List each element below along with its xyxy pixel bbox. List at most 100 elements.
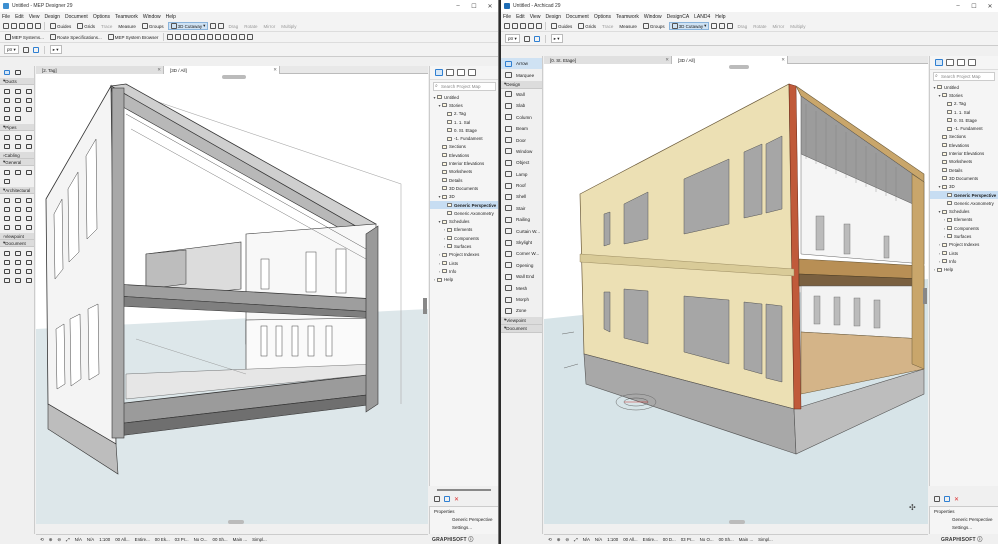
- toolbox-section-architectural[interactable]: ▾ Architectural: [0, 187, 34, 194]
- layer-combination-selector[interactable]: 00 All...: [115, 537, 129, 542]
- toolbox-section-general[interactable]: ▾ General: [0, 159, 34, 166]
- publisher-sets-icon[interactable]: [468, 69, 476, 76]
- tab-2-tag[interactable]: [2. Tag] ✕: [36, 66, 164, 74]
- visual-style-icon[interactable]: [727, 23, 734, 29]
- railing-tool[interactable]: [2, 223, 11, 231]
- terminal-tool[interactable]: [13, 168, 22, 176]
- tree-item-details[interactable]: Details: [930, 166, 998, 174]
- tree-item-help[interactable]: › Help: [930, 266, 998, 274]
- layout-book-icon[interactable]: [957, 59, 965, 66]
- tree-item-1-fundament[interactable]: -1. Fundament: [430, 134, 498, 142]
- display-selector[interactable]: Simpl...: [252, 537, 267, 542]
- tree-item-stories[interactable]: ▾ Stories: [930, 91, 998, 99]
- tree-item-3d[interactable]: ▾ 3D: [930, 183, 998, 191]
- vertical-scrollbar[interactable]: [923, 288, 927, 304]
- horizontal-scrollbar[interactable]: [729, 520, 745, 524]
- grids-button[interactable]: Grids: [75, 22, 97, 30]
- toolbox-section-cabling[interactable]: › Cabling: [0, 152, 34, 159]
- zoom-in-icon[interactable]: ⊕: [49, 537, 53, 543]
- new-file-icon[interactable]: [504, 23, 510, 29]
- publisher-sets-icon[interactable]: [968, 59, 976, 66]
- rotate-button[interactable]: Rotate: [751, 22, 768, 30]
- fixture-tool[interactable]: [24, 168, 33, 176]
- view-icon[interactable]: [711, 23, 718, 29]
- mirror-button[interactable]: Mirror: [261, 22, 277, 30]
- mep-systems-button[interactable]: MEP Systems...: [3, 33, 46, 41]
- tree-item-interior-elevations[interactable]: Interior Elevations: [930, 149, 998, 157]
- route-specifications-button[interactable]: Route Specifications...: [48, 33, 104, 41]
- menu-view[interactable]: View: [530, 14, 541, 20]
- dimension-selector[interactable]: 00 Sh...: [719, 537, 734, 542]
- project-map-icon[interactable]: [935, 59, 943, 66]
- duct-inline-tool[interactable]: [24, 96, 33, 104]
- zoom-indicator[interactable]: [729, 65, 749, 69]
- beam-tool[interactable]: Beam: [501, 123, 542, 134]
- graphic-override-selector[interactable]: 03 Pr...: [175, 537, 189, 542]
- shell-tool[interactable]: Shell: [501, 191, 542, 202]
- menu-design[interactable]: Design: [545, 14, 561, 20]
- undo-view-icon[interactable]: ⟲: [548, 537, 552, 543]
- 3d-viewport[interactable]: ✣: [544, 64, 928, 524]
- toolbox-section-ducts[interactable]: ▾ Ducts: [0, 78, 34, 85]
- undo-icon[interactable]: [528, 23, 534, 29]
- trace-button[interactable]: Trace: [600, 22, 615, 30]
- object-tool[interactable]: Object: [501, 157, 542, 168]
- label-tool[interactable]: [2, 258, 11, 266]
- multiply-button[interactable]: Multiply: [788, 22, 807, 30]
- redo-icon[interactable]: [536, 23, 542, 29]
- tree-item-surfaces[interactable]: › Surfaces: [430, 242, 498, 250]
- display-selector[interactable]: Simpl...: [758, 537, 773, 542]
- duct-tool-icon[interactable]: [167, 34, 174, 40]
- structure-selector[interactable]: Main ...: [233, 537, 247, 542]
- tree-item-worksheets[interactable]: Worksheets: [930, 158, 998, 166]
- drag-button[interactable]: Drag: [226, 22, 240, 30]
- tree-item-2-tag[interactable]: 2. Tag: [930, 100, 998, 108]
- tree-item-lists[interactable]: › Lists: [430, 259, 498, 267]
- tree-item-untitled[interactable]: ▾ Untitled: [930, 83, 998, 91]
- duct-tee-tool[interactable]: [13, 114, 22, 122]
- roof-tool[interactable]: Roof: [501, 180, 542, 191]
- corner-w-tool[interactable]: Corner W...: [501, 248, 542, 259]
- duct-transition-tool[interactable]: [2, 105, 11, 113]
- zoom-out-icon[interactable]: ⊖: [565, 537, 569, 543]
- fit-icon[interactable]: ⤢: [66, 537, 70, 542]
- tree-item-0-st-etage[interactable]: 0. St. Etage: [430, 126, 498, 134]
- menu-file[interactable]: File: [2, 14, 10, 20]
- tree-item-components[interactable]: › Components: [930, 224, 998, 232]
- menu-document[interactable]: Document: [566, 14, 589, 20]
- tree-item-untitled[interactable]: ▾ Untitled: [430, 93, 498, 101]
- menu-file[interactable]: File: [503, 14, 511, 20]
- arrow-tool[interactable]: Arrow: [501, 58, 542, 70]
- duct-elbow-tool[interactable]: [2, 114, 11, 122]
- duct-terminal-tool[interactable]: [2, 96, 11, 104]
- morph-tool[interactable]: Morph: [501, 294, 542, 305]
- pen-set-selector[interactable]: 00 Ek...: [155, 537, 170, 542]
- search-project-map-input[interactable]: Search Project Map: [433, 82, 496, 91]
- tree-item-3d[interactable]: ▾ 3D: [430, 193, 498, 201]
- beam-tool[interactable]: [2, 205, 11, 213]
- pipe-tool[interactable]: [2, 133, 11, 141]
- pet-palette-selector[interactable]: ptr ▾: [505, 34, 520, 43]
- tree-item-schedules[interactable]: ▾ Schedules: [430, 217, 498, 225]
- slab-tool[interactable]: Slab: [501, 100, 542, 111]
- tab-3d-all[interactable]: [3D / All] ✕: [164, 66, 280, 74]
- guides-button[interactable]: Guides: [549, 22, 574, 30]
- properties-settings-button[interactable]: Settings...: [930, 523, 998, 531]
- opening-tool[interactable]: Opening: [501, 260, 542, 271]
- duct-tool[interactable]: [2, 87, 11, 95]
- marquee-tool[interactable]: Marquee: [501, 69, 542, 80]
- view-map-icon[interactable]: [446, 69, 454, 76]
- mode-icon[interactable]: [523, 35, 530, 42]
- arrow-tool[interactable]: [2, 68, 11, 76]
- tree-item-sections[interactable]: Sections: [430, 143, 498, 151]
- layer-combination-selector[interactable]: 00 All...: [623, 537, 637, 542]
- drawing-tool[interactable]: [24, 276, 33, 284]
- project-map-icon[interactable]: [435, 69, 443, 76]
- structure-selector[interactable]: Main ...: [739, 537, 753, 542]
- curtain-w-tool[interactable]: Curtain W...: [501, 225, 542, 236]
- graphic-override-selector[interactable]: 03 Pr...: [681, 537, 695, 542]
- toolbox-section-viewpoint[interactable]: › Viewpoint: [0, 233, 34, 240]
- guides-button[interactable]: Guides: [48, 22, 73, 30]
- column-tool[interactable]: [24, 196, 33, 204]
- duct-equipment-tool[interactable]: [13, 96, 22, 104]
